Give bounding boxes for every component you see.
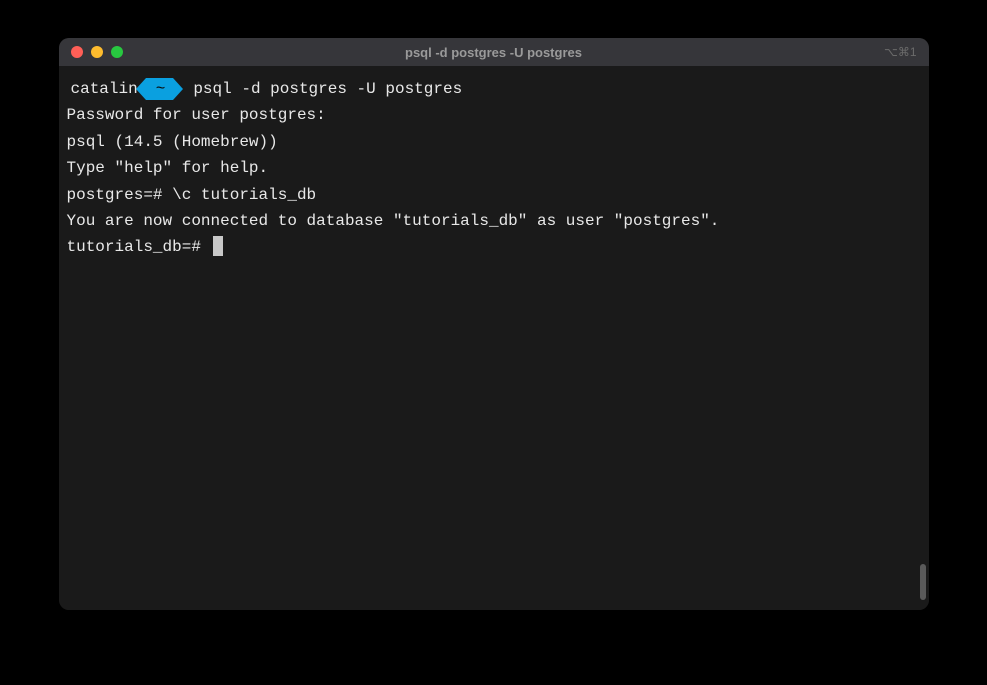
title-bar[interactable]: psql -d postgres -U postgres ⌥⌘1 <box>59 38 929 66</box>
prompt-directory-segment: ~ <box>146 78 174 100</box>
cursor-icon <box>213 236 223 256</box>
traffic-lights <box>71 46 123 58</box>
shell-prompt-line: catalin ~ psql -d postgres -U postgres <box>67 76 921 102</box>
close-button[interactable] <box>71 46 83 58</box>
psql-prompt-line: postgres=# \c tutorials_db <box>67 182 921 208</box>
scrollbar-thumb[interactable] <box>920 564 926 600</box>
psql-prompt-line: tutorials_db=# <box>67 234 921 260</box>
prompt-command: psql -d postgres -U postgres <box>193 76 462 102</box>
window-shortcut: ⌥⌘1 <box>884 45 917 59</box>
zoom-button[interactable] <box>111 46 123 58</box>
terminal-window: psql -d postgres -U postgres ⌥⌘1 catalin… <box>59 38 929 610</box>
prompt-user: catalin <box>67 76 138 102</box>
output-line: Type "help" for help. <box>67 155 921 181</box>
prompt-dir: ~ <box>156 76 166 102</box>
output-line: You are now connected to database "tutor… <box>67 208 921 234</box>
window-title: psql -d postgres -U postgres <box>405 45 582 60</box>
terminal-body[interactable]: catalin ~ psql -d postgres -U postgres P… <box>59 66 929 610</box>
output-line: Password for user postgres: <box>67 102 921 128</box>
psql-prompt-text: tutorials_db=# <box>67 238 211 256</box>
minimize-button[interactable] <box>91 46 103 58</box>
output-line: psql (14.5 (Homebrew)) <box>67 129 921 155</box>
